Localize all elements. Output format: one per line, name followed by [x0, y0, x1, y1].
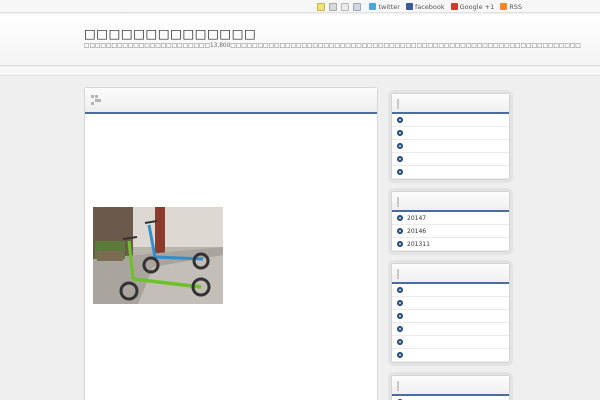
main-post: [84, 87, 378, 400]
list-item[interactable]: [392, 284, 509, 297]
bullet-icon: [397, 241, 403, 247]
bullet-icon: [397, 313, 403, 319]
twitter-label: twitter: [378, 2, 400, 11]
twitter-link[interactable]: twitter: [369, 2, 400, 11]
list-item[interactable]: [392, 349, 509, 362]
facebook-link[interactable]: facebook: [405, 2, 445, 11]
list-item[interactable]: [392, 127, 509, 140]
google-plus-label: Google +1: [459, 2, 495, 11]
bullet-icon: [397, 215, 403, 221]
archive-list: 20147 20146 201311: [392, 212, 509, 251]
list-item[interactable]: [392, 336, 509, 349]
home-icon[interactable]: [353, 2, 362, 11]
mail-icon[interactable]: [341, 2, 350, 11]
sidebar-widget-1: [391, 93, 510, 180]
twitter-icon: [369, 3, 377, 10]
widget-list: [392, 396, 509, 400]
widget-header: [392, 264, 509, 284]
widget-header: [392, 376, 509, 396]
list-item[interactable]: [392, 153, 509, 166]
list-item[interactable]: [392, 114, 509, 127]
sidebar-widget-4: [391, 375, 510, 400]
widget-header: [392, 192, 509, 212]
list-item[interactable]: [392, 310, 509, 323]
list-item[interactable]: [392, 166, 509, 179]
top-bar: twitter facebook Google +1 RSS: [0, 0, 600, 13]
bullet-icon: [397, 228, 403, 234]
facebook-label: facebook: [414, 2, 445, 11]
widget-list: [392, 114, 509, 179]
bullet-icon: [397, 287, 403, 293]
bullet-icon: [397, 117, 403, 123]
post-image[interactable]: [93, 207, 223, 304]
bullet-icon: [397, 143, 403, 149]
nav-bar: [0, 67, 600, 76]
social-links: twitter facebook Google +1 RSS: [317, 1, 522, 12]
archive-item[interactable]: 20146: [392, 225, 509, 238]
bullet-icon: [397, 169, 403, 175]
bullet-icon: [397, 130, 403, 136]
google-plus-icon: [450, 3, 458, 10]
sidebar-widget-3: [391, 263, 510, 363]
site-title[interactable]: □□□□□□□□□□□□□□: [84, 26, 256, 41]
list-item[interactable]: [392, 297, 509, 310]
site-description: □□□□□□□□□□□□□□□□□□□□□□□13,800□□□□□□□□□□□…: [84, 43, 581, 49]
bullet-icon: [397, 300, 403, 306]
archive-item[interactable]: 201311: [392, 238, 509, 251]
bullet-icon: [397, 326, 403, 332]
rss-link[interactable]: RSS: [500, 3, 522, 11]
widget-header: [392, 94, 509, 114]
bullet-icon: [397, 352, 403, 358]
user-icon[interactable]: [329, 2, 338, 11]
edit-icon[interactable]: [317, 2, 326, 11]
rss-icon: [500, 3, 508, 10]
site-header: □□□□□□□□□□□□□□ □□□□□□□□□□□□□□□□□□□□□□□13…: [0, 14, 600, 66]
bullet-icon: [397, 156, 403, 162]
list-item[interactable]: [392, 396, 509, 400]
facebook-icon: [405, 3, 413, 10]
rss-label: RSS: [509, 2, 522, 11]
list-item[interactable]: [392, 323, 509, 336]
list-item[interactable]: [392, 140, 509, 153]
archive-item[interactable]: 20147: [392, 212, 509, 225]
sidebar-archives: 20147 20146 201311: [391, 191, 510, 252]
bullet-icon: [397, 339, 403, 345]
post-header: [85, 88, 377, 114]
widget-list: [392, 284, 509, 362]
post-icon: [91, 95, 101, 105]
google-plus-link[interactable]: Google +1: [450, 2, 495, 11]
